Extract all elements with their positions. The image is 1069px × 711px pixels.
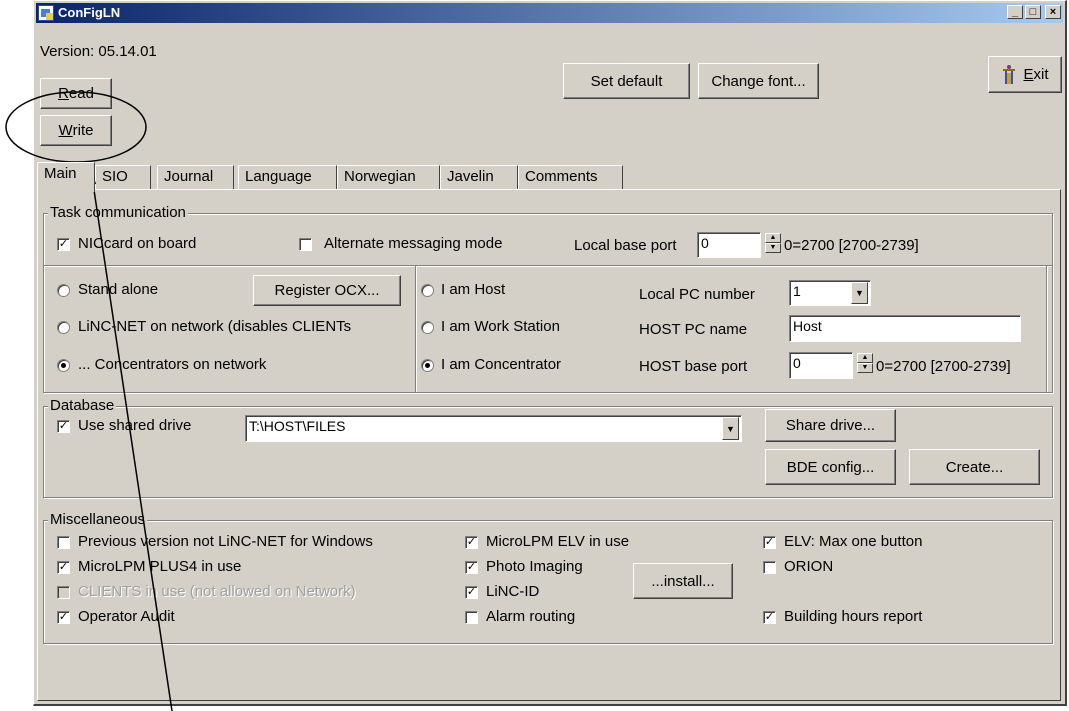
misc-checkbox-building-hours[interactable]: ✓ <box>763 611 776 624</box>
change-font-button[interactable]: Change font... <box>698 63 819 99</box>
misc-checkbox-clients[interactable] <box>57 586 70 599</box>
misc-label-microlpm-elv: MicroLPM ELV in use <box>486 533 630 550</box>
separator <box>1046 266 1048 392</box>
misc-label-orion: ORION <box>784 558 834 575</box>
set-default-button[interactable]: Set default <box>563 63 690 99</box>
local-base-port-label: Local base port <box>574 237 677 254</box>
misc-checkbox-alarm-routing[interactable] <box>465 611 478 624</box>
misc-label-photo-imaging: Photo Imaging <box>486 558 583 575</box>
alternate-messaging-label: Alternate messaging mode <box>324 235 503 252</box>
tab-sio[interactable]: SIO <box>95 165 151 189</box>
write-button[interactable]: Write <box>40 115 112 146</box>
misc-label-microlpm-plus4: MicroLPM PLUS4 in use <box>78 558 242 575</box>
mode-label-stand-alone: Stand alone <box>78 281 159 298</box>
host-base-port-spinner[interactable]: ▲ ▼ <box>857 353 873 373</box>
tab-language[interactable]: Language <box>238 165 337 189</box>
miscellaneous-title: Miscellaneous <box>48 511 148 529</box>
niccard-checkbox[interactable]: ✓ <box>57 238 70 251</box>
misc-checkbox-microlpm-elv[interactable]: ✓ <box>465 536 478 549</box>
host-base-port-label: HOST base port <box>639 358 748 375</box>
local-base-port-input[interactable]: 0 <box>697 232 761 258</box>
misc-label-operator-audit: Operator Audit <box>78 608 175 625</box>
main-window: ConFigLN _ □ × Version: 05.14.01 Read Wr… <box>33 0 1067 706</box>
niccard-label: NICcard on board <box>78 235 197 252</box>
use-shared-drive-checkbox[interactable]: ✓ <box>57 420 70 433</box>
misc-label-previous-version: Previous version not LiNC-NET for Window… <box>78 533 373 550</box>
exit-door-icon <box>1003 64 1016 84</box>
exit-button[interactable]: Exit <box>988 56 1062 93</box>
mode-radio-stand-alone[interactable] <box>57 284 70 297</box>
misc-label-building-hours: Building hours report <box>784 608 923 625</box>
local-pc-number-label: Local PC number <box>639 286 755 303</box>
version-label: Version: 05.14.01 <box>40 43 157 60</box>
separator <box>44 265 1052 267</box>
app-icon <box>38 5 54 21</box>
misc-checkbox-elv-max-one[interactable]: ✓ <box>763 536 776 549</box>
minimize-button[interactable]: _ <box>1007 5 1023 19</box>
share-drive-button[interactable]: Share drive... <box>765 409 896 442</box>
chevron-down-icon[interactable]: ▼ <box>851 282 868 304</box>
tab-main[interactable]: Main <box>37 162 95 192</box>
role-radio-concentrator[interactable] <box>421 359 434 372</box>
miscellaneous-group: Miscellaneous Previous version not LiNC-… <box>43 511 1053 644</box>
role-label-workstation: I am Work Station <box>441 318 560 335</box>
close-button[interactable]: × <box>1045 5 1061 19</box>
spin-up-icon[interactable]: ▲ <box>765 233 781 243</box>
misc-label-linc-id: LiNC-ID <box>486 583 540 600</box>
tab-norwegian[interactable]: Norwegian <box>337 165 440 189</box>
role-radio-host[interactable] <box>421 284 434 297</box>
window-title: ConFigLN <box>58 5 121 20</box>
mode-radio-concentrators[interactable] <box>57 359 70 372</box>
main-tab-panel: Task communication ✓ NICcard on board Al… <box>37 189 1061 701</box>
bde-config-button[interactable]: BDE config... <box>765 449 896 485</box>
task-communication-group: Task communication ✓ NICcard on board Al… <box>43 204 1053 393</box>
misc-label-alarm-routing: Alarm routing <box>486 608 576 625</box>
misc-checkbox-microlpm-plus4[interactable]: ✓ <box>57 561 70 574</box>
local-base-port-spinner[interactable]: ▲ ▼ <box>765 233 781 253</box>
create-button[interactable]: Create... <box>909 449 1040 485</box>
alternate-messaging-checkbox[interactable] <box>299 238 312 251</box>
mode-label-concentrators: ... Concentrators on network <box>78 356 267 373</box>
misc-checkbox-orion[interactable] <box>763 561 776 574</box>
host-base-port-input[interactable]: 0 <box>789 352 853 379</box>
task-communication-title: Task communication <box>48 204 188 222</box>
install-button[interactable]: ...install... <box>633 563 733 599</box>
database-title: Database <box>48 397 117 415</box>
separator <box>415 266 417 392</box>
shared-drive-path-combo[interactable]: T:\HOST\FILES <box>245 415 742 442</box>
misc-checkbox-previous-version[interactable] <box>57 536 70 549</box>
tab-journal[interactable]: Journal <box>157 165 234 189</box>
misc-label-elv-max-one: ELV: Max one button <box>784 533 923 550</box>
use-shared-drive-label: Use shared drive <box>78 417 192 434</box>
read-button[interactable]: Read <box>40 78 112 109</box>
host-pc-name-input[interactable]: Host <box>789 315 1021 342</box>
mode-radio-lincnet[interactable] <box>57 321 70 334</box>
spin-down-icon[interactable]: ▼ <box>857 363 873 373</box>
title-bar[interactable]: ConFigLN _ □ × <box>36 3 1063 23</box>
database-group: Database ✓ Use shared drive T:\HOST\FILE… <box>43 397 1053 498</box>
mode-label-lincnet: LiNC-NET on network (disables CLIENTs <box>78 318 352 335</box>
host-pc-name-label: HOST PC name <box>639 321 748 338</box>
register-ocx-button[interactable]: Register OCX... <box>253 275 401 306</box>
chevron-down-icon[interactable]: ▼ <box>722 417 739 440</box>
misc-checkbox-linc-id[interactable]: ✓ <box>465 586 478 599</box>
misc-checkbox-photo-imaging[interactable]: ✓ <box>465 561 478 574</box>
tab-comments[interactable]: Comments <box>518 165 623 189</box>
tab-javelin[interactable]: Javelin <box>440 165 518 189</box>
host-base-port-hint: 0=2700 [2700-2739] <box>876 358 1011 375</box>
role-radio-workstation[interactable] <box>421 321 434 334</box>
spin-up-icon[interactable]: ▲ <box>857 353 873 363</box>
role-label-concentrator: I am Concentrator <box>441 356 562 373</box>
local-base-port-hint: 0=2700 [2700-2739] <box>784 237 919 254</box>
misc-label-clients: CLIENTS in use (not allowed on Network) <box>78 583 356 600</box>
misc-checkbox-operator-audit[interactable]: ✓ <box>57 611 70 624</box>
maximize-button[interactable]: □ <box>1025 5 1041 19</box>
role-label-host: I am Host <box>441 281 506 298</box>
spin-down-icon[interactable]: ▼ <box>765 243 781 253</box>
